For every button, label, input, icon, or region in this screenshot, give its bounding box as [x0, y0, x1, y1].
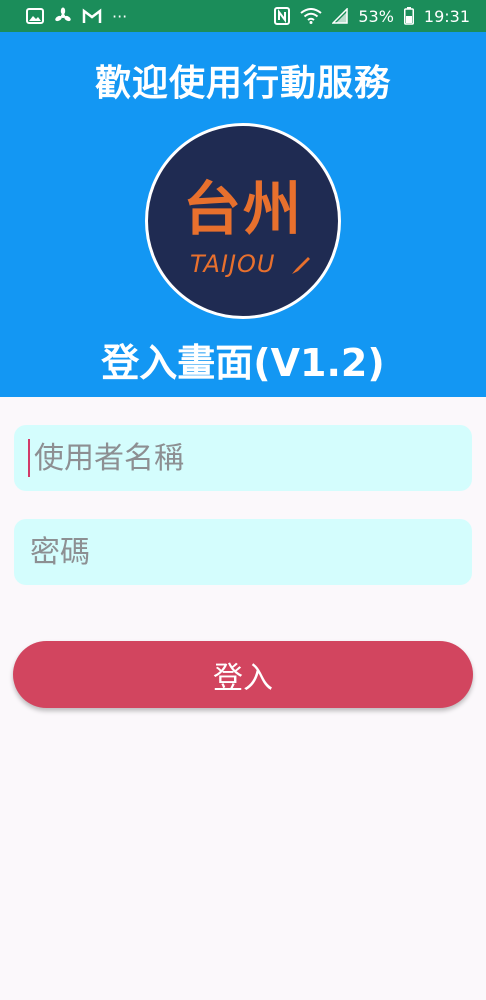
gallery-icon — [26, 8, 44, 24]
fan-icon — [54, 7, 72, 25]
wifi-icon — [300, 8, 322, 24]
login-screen-title: 登入畫面(V1.2) — [101, 341, 385, 385]
battery-percent: 53% — [358, 6, 394, 26]
logo-chinese-text: 台州 — [182, 175, 303, 243]
gmail-icon — [82, 8, 102, 24]
signal-icon — [332, 8, 349, 24]
username-field[interactable] — [14, 425, 472, 491]
more-icon: ··· — [112, 6, 128, 26]
battery-icon — [403, 7, 414, 25]
clock: 19:31 — [423, 6, 470, 26]
username-input[interactable] — [32, 439, 458, 477]
password-field[interactable] — [14, 519, 472, 585]
logo-english-text: TAIJOU — [190, 250, 276, 278]
welcome-title: 歡迎使用行動服務 — [94, 63, 391, 104]
text-cursor — [28, 439, 30, 477]
status-bar: ··· 53% 19:31 — [0, 0, 486, 32]
password-input[interactable] — [28, 533, 458, 571]
status-right: 53% 19:31 — [274, 7, 470, 26]
status-left: ··· — [26, 7, 127, 26]
login-button[interactable]: 登入 — [13, 641, 473, 708]
header-banner: 歡迎使用行動服務 台州 TAIJOU 登入畫面(V1.2) — [0, 32, 486, 397]
nfc-icon — [274, 7, 291, 25]
taijou-logo: 台州 TAIJOU — [145, 123, 341, 319]
pen-icon — [290, 254, 312, 280]
